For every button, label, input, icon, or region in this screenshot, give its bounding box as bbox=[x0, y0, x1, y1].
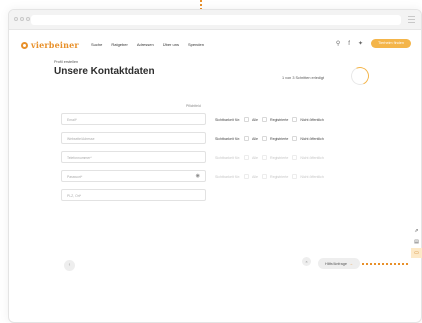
option-nicht-oeffentlich-label: Nicht öffentlich bbox=[300, 174, 324, 179]
annotation-dotted-line-right bbox=[362, 263, 410, 265]
checkbox-nicht-oeffentlich[interactable] bbox=[292, 174, 298, 179]
password-field-placeholder: Passwort* bbox=[67, 174, 83, 179]
visibility-options-email: Sichtbarkeit für: Alle Registrierte Nich… bbox=[215, 117, 328, 122]
hamburger-menu-icon[interactable] bbox=[408, 16, 415, 23]
nav-link-suche[interactable]: Suche bbox=[91, 42, 102, 47]
postcode-city-field[interactable]: PLZ, Ort* bbox=[61, 189, 206, 201]
checkbox-nicht-oeffentlich[interactable] bbox=[292, 117, 298, 122]
visibility-label: Sichtbarkeit für: bbox=[215, 117, 240, 122]
website-field[interactable]: Webseite/Adresse bbox=[61, 132, 206, 144]
site-header: vierbeiner Suche Ratgeber Adressen Über … bbox=[9, 30, 421, 58]
required-note: Pflichtfeld bbox=[186, 104, 201, 108]
find-shelter-button[interactable]: Tierheim finden bbox=[370, 39, 411, 48]
checkbox-alle[interactable] bbox=[243, 174, 249, 179]
nav-link-adressen[interactable]: Adressen bbox=[137, 42, 154, 47]
option-registrierte-label: Registrierte bbox=[269, 117, 289, 122]
checkbox-registrierte[interactable] bbox=[261, 174, 267, 179]
window-controls bbox=[14, 17, 30, 21]
phone-field[interactable]: Telefonnummer* bbox=[61, 151, 206, 163]
visibility-label: Sichtbarkeit für: bbox=[215, 155, 240, 160]
search-icon[interactable]: ⚲ bbox=[336, 40, 340, 48]
checkbox-alle[interactable] bbox=[243, 155, 249, 160]
option-alle-label: Alle bbox=[251, 117, 258, 122]
checkbox-nicht-oeffentlich[interactable] bbox=[292, 136, 298, 141]
password-field[interactable]: Passwort* ◉ bbox=[61, 170, 206, 182]
help-request-button[interactable]: Hilfe/Anfrage → bbox=[318, 258, 360, 269]
checkbox-alle[interactable] bbox=[243, 117, 249, 122]
checkbox-registrierte[interactable] bbox=[261, 136, 267, 141]
checkbox-nicht-oeffentlich[interactable] bbox=[292, 155, 298, 160]
logo-mark-icon bbox=[21, 41, 28, 49]
window-dot-icon[interactable] bbox=[20, 17, 24, 21]
arrow-right-icon: → bbox=[348, 261, 353, 266]
help-close-button[interactable]: × bbox=[302, 257, 311, 266]
side-toolbar: ⇗ ▤ ▭ bbox=[411, 226, 422, 259]
phone-field-placeholder: Telefonnummer* bbox=[67, 155, 92, 160]
site-logo[interactable]: vierbeiner bbox=[21, 40, 79, 50]
browser-chrome bbox=[9, 10, 421, 30]
address-bar[interactable] bbox=[31, 15, 401, 25]
visibility-options-website: Sichtbarkeit für: Alle Registrierte Nich… bbox=[215, 136, 328, 141]
postcode-city-field-placeholder: PLZ, Ort* bbox=[67, 193, 82, 198]
progress-label: 1 von 3 Schritten erledigt bbox=[282, 76, 325, 80]
visibility-label: Sichtbarkeit für: bbox=[215, 174, 240, 179]
visibility-label: Sichtbarkeit für: bbox=[215, 136, 240, 141]
option-alle-label: Alle bbox=[251, 174, 258, 179]
nav-link-spenden[interactable]: Spenden bbox=[188, 42, 204, 47]
checkbox-alle[interactable] bbox=[243, 136, 249, 141]
option-nicht-oeffentlich-label: Nicht öffentlich bbox=[300, 155, 324, 160]
option-registrierte-label: Registrierte bbox=[269, 174, 289, 179]
breadcrumb: Profil erstellen bbox=[54, 60, 79, 64]
eye-icon[interactable]: ◉ bbox=[196, 173, 200, 179]
option-registrierte-label: Registrierte bbox=[269, 155, 289, 160]
main-navigation: Suche Ratgeber Adressen Über uns Spenden bbox=[91, 42, 204, 47]
chat-icon[interactable]: ▭ bbox=[411, 248, 422, 258]
visibility-options-phone: Sichtbarkeit für: Alle Registrierte Nich… bbox=[215, 155, 328, 160]
website-field-placeholder: Webseite/Adresse bbox=[67, 136, 95, 141]
browser-window: vierbeiner Suche Ratgeber Adressen Über … bbox=[8, 9, 422, 323]
bookmark-icon[interactable]: ▤ bbox=[411, 237, 422, 247]
brand-name: vierbeiner bbox=[31, 40, 79, 50]
checkbox-registrierte[interactable] bbox=[261, 117, 267, 122]
nav-link-ueber-uns[interactable]: Über uns bbox=[163, 42, 179, 47]
email-field-placeholder: Email* bbox=[67, 117, 77, 122]
email-field[interactable]: Email* bbox=[61, 113, 206, 125]
help-request-label: Hilfe/Anfrage bbox=[325, 261, 347, 266]
window-dot-icon[interactable] bbox=[26, 17, 30, 21]
screenshot-stage: vierbeiner Suche Ratgeber Adressen Über … bbox=[0, 0, 422, 323]
option-registrierte-label: Registrierte bbox=[269, 136, 289, 141]
page-title: Unsere Kontaktdaten bbox=[54, 66, 155, 77]
option-nicht-oeffentlich-label: Nicht öffentlich bbox=[300, 117, 324, 122]
checkbox-registrierte[interactable] bbox=[261, 155, 267, 160]
back-button[interactable]: ‹ bbox=[64, 260, 75, 271]
twitter-icon[interactable]: ✦ bbox=[358, 40, 363, 48]
window-dot-icon[interactable] bbox=[14, 17, 18, 21]
option-alle-label: Alle bbox=[251, 155, 258, 160]
facebook-icon[interactable]: f bbox=[348, 40, 350, 48]
header-actions: ⚲ f ✦ Tierheim finden bbox=[336, 39, 411, 48]
nav-link-ratgeber[interactable]: Ratgeber bbox=[111, 42, 127, 47]
option-alle-label: Alle bbox=[251, 136, 258, 141]
share-icon[interactable]: ⇗ bbox=[411, 226, 422, 236]
visibility-options-password: Sichtbarkeit für: Alle Registrierte Nich… bbox=[215, 174, 328, 179]
option-nicht-oeffentlich-label: Nicht öffentlich bbox=[300, 136, 324, 141]
